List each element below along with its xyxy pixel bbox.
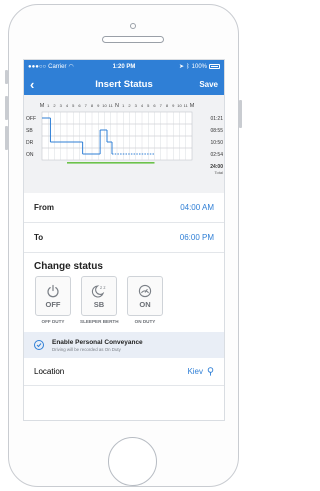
status-name-sb: SLEEPER BERTH [80, 319, 119, 324]
personal-conveyance-note: Driving will be recorded as On Duty [52, 346, 121, 352]
status-total: 01:21 [210, 116, 223, 122]
status-total: 08:55 [210, 128, 223, 134]
clock: 1:20 PM [112, 63, 136, 70]
hour-label: 10 [102, 103, 107, 108]
log-grid-chart: M 1 2 3 4 5 6 7 8 9 10 11 N 1 2 3 4 5 6 7 8 9 10 11 M OFFSBDRON … [26, 103, 224, 175]
navigation-bar: ‹ Insert Status Save [24, 73, 224, 95]
location-label: Location [34, 367, 65, 376]
location-value-wrap[interactable]: Kiev [187, 367, 214, 376]
hour-label: 7 [160, 103, 163, 108]
status-total: 10:50 [210, 140, 223, 146]
hour-label: 3 [135, 103, 138, 108]
status-options: OFF OFF DUTY z z SB SLEEPER BERTH ON ON … [24, 276, 224, 324]
hour-label: 3 [60, 103, 63, 108]
location-row[interactable]: Location Kiev [24, 358, 224, 386]
home-button[interactable] [108, 437, 157, 486]
hour-label: 6 [78, 103, 81, 108]
to-time-value[interactable]: 06:00 PM [180, 233, 214, 242]
hour-label: 10 [177, 103, 182, 108]
status-row-label: ON [26, 152, 34, 158]
status-row-label: DR [26, 140, 34, 146]
hour-label: 11 [109, 103, 114, 108]
map-pin-icon [207, 367, 214, 376]
moon-icon: z z [91, 285, 105, 297]
to-label: To [34, 233, 44, 242]
from-row[interactable]: From 04:00 AM [24, 193, 224, 223]
hour-label: 2 [53, 103, 56, 108]
hour-label: 11 [184, 103, 189, 108]
hour-label: M [40, 103, 45, 109]
status-option-sleeper-berth[interactable]: z z SB SLEEPER BERTH [80, 276, 119, 324]
status-code-sb: SB [93, 299, 105, 309]
page-title: Insert Status [95, 78, 153, 90]
insert-range-bar [67, 162, 155, 164]
hour-label: 6 [153, 103, 156, 108]
status-box-on[interactable]: ON [127, 276, 163, 316]
status-box-sb[interactable]: z z SB [81, 276, 117, 316]
volume-up-button [5, 96, 8, 120]
status-code-on: ON [139, 299, 151, 309]
hour-label: 8 [166, 103, 169, 108]
power-icon [47, 284, 59, 297]
status-name-off: OFF DUTY [41, 319, 65, 324]
hour-label: M [190, 103, 195, 109]
hour-label: 9 [172, 103, 175, 108]
status-total: 02:54 [210, 152, 223, 158]
gauge-icon [138, 284, 152, 297]
mute-switch [5, 70, 8, 84]
svg-text:z z: z z [100, 285, 105, 290]
hour-label: 1 [47, 103, 50, 108]
hour-label: N [115, 103, 119, 109]
front-camera [130, 23, 136, 29]
earpiece-speaker [102, 36, 164, 43]
hour-label: 9 [97, 103, 100, 108]
ios-status-bar: ●●●○○ Carrier ◠ 1:20 PM ➤ ᛒ 100% [24, 60, 224, 73]
personal-conveyance-title: Enable Personal Conveyance [52, 338, 143, 346]
hour-label: 1 [122, 103, 125, 108]
hour-label: 7 [85, 103, 88, 108]
status-option-off-duty[interactable]: OFF OFF DUTY [34, 276, 72, 324]
change-status-title: Change status [34, 261, 103, 272]
hour-label: 5 [72, 103, 75, 108]
from-time-value[interactable]: 04:00 AM [180, 203, 214, 212]
battery-icon [209, 64, 220, 69]
hour-label: 8 [91, 103, 94, 108]
power-button [239, 100, 242, 128]
volume-down-button [5, 126, 8, 150]
status-box-off[interactable]: OFF [35, 276, 71, 316]
save-button[interactable]: Save [199, 80, 218, 89]
from-label: From [34, 203, 54, 212]
hour-label: 5 [147, 103, 150, 108]
status-name-on: ON DUTY [134, 319, 156, 324]
hour-label: 4 [66, 103, 69, 108]
hour-label: 4 [141, 103, 144, 108]
location-value: Kiev [187, 367, 203, 376]
hour-label: 2 [128, 103, 131, 108]
log-grid-panel: M 1 2 3 4 5 6 7 8 9 10 11 N 1 2 3 4 5 6 7 8 9 10 11 M OFF SB DR ON … [24, 95, 224, 193]
chevron-left-icon[interactable]: ‹ [30, 78, 34, 91]
personal-conveyance-option[interactable]: Enable Personal Conveyance Driving will … [24, 332, 224, 358]
to-row[interactable]: To 06:00 PM [24, 223, 224, 253]
grand-total-label: Total [215, 170, 224, 175]
status-code-off: OFF [45, 299, 61, 309]
status-row-label: SB [26, 128, 33, 134]
app-screen: ●●●○○ Carrier ◠ 1:20 PM ➤ ᛒ 100% ‹ Inser… [23, 59, 225, 421]
status-option-on-duty[interactable]: ON ON DUTY [126, 276, 164, 324]
status-row-label: OFF [26, 116, 36, 122]
checkmark-circle-icon[interactable] [34, 340, 44, 350]
